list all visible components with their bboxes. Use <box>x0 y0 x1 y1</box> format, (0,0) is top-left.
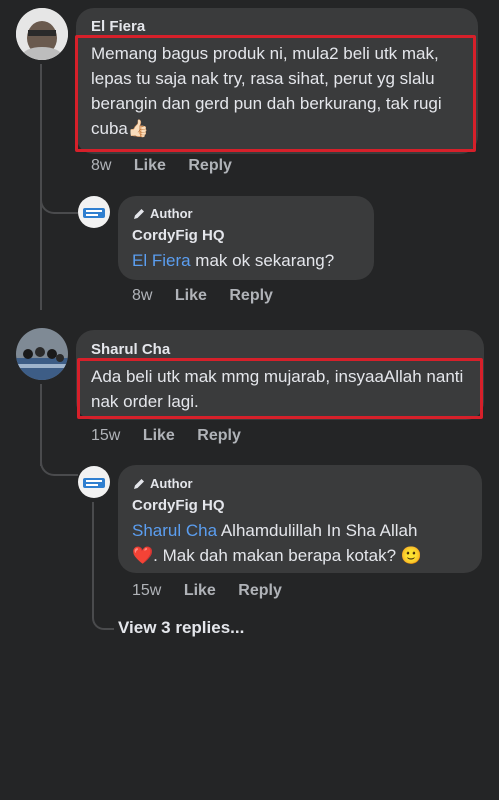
page-avatar-image <box>78 466 110 498</box>
thread-branch <box>40 188 78 214</box>
avatar[interactable] <box>16 328 68 380</box>
page-avatar-image <box>78 196 110 228</box>
comment-author[interactable]: El Fiera <box>91 18 145 35</box>
avatar[interactable] <box>78 466 110 498</box>
author-badge: Author <box>132 206 193 221</box>
reply-author[interactable]: CordyFig HQ <box>132 497 225 514</box>
view-replies-link[interactable]: View 3 replies... <box>118 618 244 638</box>
reply-author[interactable]: CordyFig HQ <box>132 227 225 244</box>
comment-text: Memang bagus produk ni, mula2 beli utk m… <box>91 44 442 138</box>
reply-text: El Fiera mak ok sekarang? <box>132 248 334 273</box>
comment-meta: 15w Like Reply <box>91 427 241 445</box>
reply-text-line2: ❤️. Mak dah makan berapa kotak? 🙂 <box>132 546 422 565</box>
author-badge-label: Author <box>150 206 193 221</box>
author-badge-label: Author <box>150 476 193 491</box>
like-button[interactable]: Like <box>175 287 207 304</box>
comment-author[interactable]: Sharul Cha <box>91 341 170 358</box>
user-avatar-image <box>16 8 68 60</box>
reply-text-line1: Sharul Cha Alhamdulillah In Sha Allah <box>132 518 417 543</box>
like-button[interactable]: Like <box>184 582 216 599</box>
pencil-icon <box>134 478 144 489</box>
reply-button[interactable]: Reply <box>229 287 273 304</box>
comment-meta: 8w Like Reply <box>91 157 232 175</box>
avatar[interactable] <box>78 196 110 228</box>
reply-meta: 15w Like Reply <box>132 582 282 600</box>
mention-link[interactable]: Sharul Cha <box>132 521 217 540</box>
comment-text: Ada beli utk mak mmg mujarab, insyaaAlla… <box>91 367 464 411</box>
comment-time: 15w <box>91 427 121 444</box>
reply-time: 15w <box>132 582 162 599</box>
user-avatar-image <box>16 328 68 380</box>
avatar[interactable] <box>16 8 68 60</box>
reply-text-body: Alhamdulillah In Sha Allah <box>217 521 418 540</box>
reply-button[interactable]: Reply <box>188 157 232 174</box>
pencil-icon <box>134 208 144 219</box>
thread-line <box>92 502 94 610</box>
like-button[interactable]: Like <box>143 427 175 444</box>
reply-button[interactable]: Reply <box>197 427 241 444</box>
mention-link[interactable]: El Fiera <box>132 251 191 270</box>
comment-time: 8w <box>91 157 112 174</box>
reply-meta: 8w Like Reply <box>132 287 273 305</box>
reply-text-body: mak ok sekarang? <box>190 251 335 270</box>
reply-time: 8w <box>132 287 153 304</box>
like-button[interactable]: Like <box>134 157 166 174</box>
reply-button[interactable]: Reply <box>238 582 282 599</box>
thread-branch <box>92 604 114 630</box>
thread-branch <box>40 450 78 476</box>
author-badge: Author <box>132 476 193 491</box>
thread-line <box>40 64 42 310</box>
